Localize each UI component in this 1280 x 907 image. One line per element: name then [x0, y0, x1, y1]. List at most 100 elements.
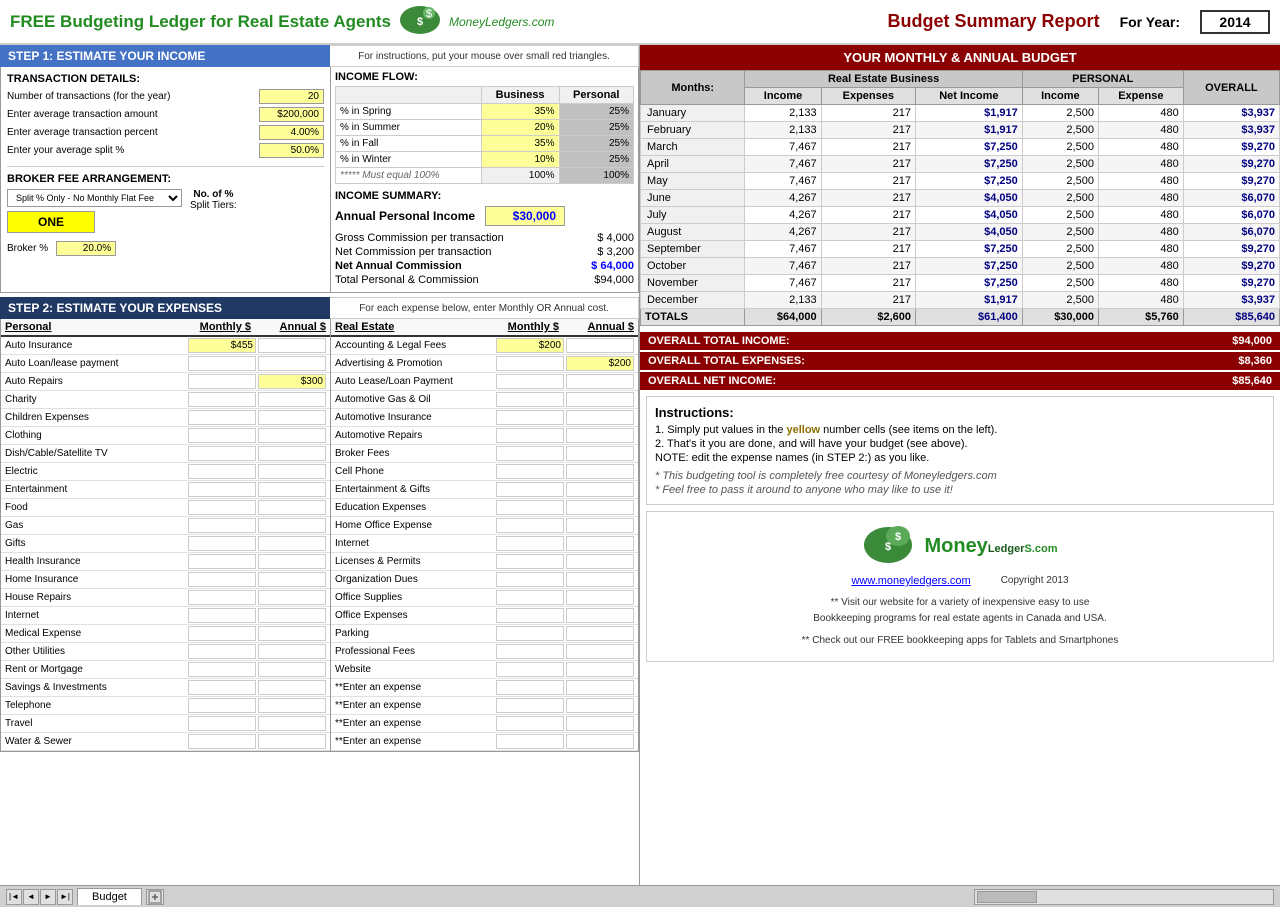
- expense-annual-input[interactable]: [258, 644, 326, 659]
- expense-monthly-input[interactable]: [188, 572, 256, 587]
- expense-monthly-input[interactable]: [188, 698, 256, 713]
- add-sheet-btn[interactable]: [146, 889, 164, 905]
- re-expense-monthly-input[interactable]: [496, 734, 564, 749]
- expense-monthly-input[interactable]: [188, 482, 256, 497]
- expense-annual-input[interactable]: [258, 734, 326, 749]
- season-biz[interactable]: 20%: [481, 120, 559, 136]
- nav-next[interactable]: ►: [40, 889, 56, 905]
- re-expense-annual-input[interactable]: [566, 356, 634, 371]
- re-expense-monthly-input[interactable]: [496, 662, 564, 677]
- expense-monthly-input[interactable]: [188, 392, 256, 407]
- re-expense-annual-input[interactable]: [566, 428, 634, 443]
- expense-monthly-input[interactable]: [188, 338, 256, 353]
- expense-annual-input[interactable]: [258, 446, 326, 461]
- re-expense-monthly-input[interactable]: [496, 338, 564, 353]
- re-expense-annual-input[interactable]: [566, 338, 634, 353]
- re-expense-annual-input[interactable]: [566, 716, 634, 731]
- re-expense-monthly-input[interactable]: [496, 446, 564, 461]
- season-pers[interactable]: 25%: [559, 104, 634, 120]
- re-expense-annual-input[interactable]: [566, 446, 634, 461]
- re-expense-monthly-input[interactable]: [496, 356, 564, 371]
- expense-monthly-input[interactable]: [188, 464, 256, 479]
- re-expense-monthly-input[interactable]: [496, 590, 564, 605]
- field-value-3[interactable]: [259, 125, 324, 140]
- season-pers[interactable]: 25%: [559, 152, 634, 168]
- re-expense-annual-input[interactable]: [566, 644, 634, 659]
- expense-monthly-input[interactable]: [188, 356, 256, 371]
- expense-monthly-input[interactable]: [188, 608, 256, 623]
- expense-annual-input[interactable]: [258, 608, 326, 623]
- expense-annual-input[interactable]: [258, 554, 326, 569]
- re-expense-annual-input[interactable]: [566, 662, 634, 677]
- expense-annual-input[interactable]: [258, 392, 326, 407]
- broker-pct-input[interactable]: [56, 241, 116, 256]
- expense-monthly-input[interactable]: [188, 428, 256, 443]
- season-pers[interactable]: 25%: [559, 120, 634, 136]
- expense-annual-input[interactable]: [258, 716, 326, 731]
- re-expense-annual-input[interactable]: [566, 590, 634, 605]
- re-expense-annual-input[interactable]: [566, 464, 634, 479]
- re-expense-annual-input[interactable]: [566, 500, 634, 515]
- expense-monthly-input[interactable]: [188, 716, 256, 731]
- expense-monthly-input[interactable]: [188, 626, 256, 641]
- re-expense-monthly-input[interactable]: [496, 536, 564, 551]
- re-expense-monthly-input[interactable]: [496, 680, 564, 695]
- expense-annual-input[interactable]: [258, 356, 326, 371]
- expense-monthly-input[interactable]: [188, 374, 256, 389]
- re-expense-annual-input[interactable]: [566, 518, 634, 533]
- nav-first[interactable]: |◄: [6, 889, 22, 905]
- expense-monthly-input[interactable]: [188, 680, 256, 695]
- re-expense-monthly-input[interactable]: [496, 464, 564, 479]
- re-expense-annual-input[interactable]: [566, 392, 634, 407]
- expense-annual-input[interactable]: [258, 626, 326, 641]
- season-biz[interactable]: 35%: [481, 104, 559, 120]
- field-value-1[interactable]: [259, 89, 324, 104]
- re-expense-monthly-input[interactable]: [496, 500, 564, 515]
- expense-monthly-input[interactable]: [188, 536, 256, 551]
- expense-annual-input[interactable]: [258, 410, 326, 425]
- broker-dropdown[interactable]: Split % Only - No Monthly Flat Fee: [7, 189, 182, 207]
- re-expense-monthly-input[interactable]: [496, 374, 564, 389]
- re-expense-annual-input[interactable]: [566, 572, 634, 587]
- re-expense-annual-input[interactable]: [566, 536, 634, 551]
- re-expense-monthly-input[interactable]: [496, 644, 564, 659]
- year-input[interactable]: [1200, 10, 1270, 34]
- re-expense-monthly-input[interactable]: [496, 518, 564, 533]
- expense-monthly-input[interactable]: [188, 518, 256, 533]
- field-value-2[interactable]: [259, 107, 324, 122]
- expense-annual-input[interactable]: [258, 536, 326, 551]
- annual-income-value[interactable]: [485, 206, 565, 226]
- re-expense-annual-input[interactable]: [566, 608, 634, 623]
- sheet-tab[interactable]: Budget: [77, 888, 142, 905]
- nav-last[interactable]: ►|: [57, 889, 73, 905]
- re-expense-annual-input[interactable]: [566, 410, 634, 425]
- expense-annual-input[interactable]: [258, 590, 326, 605]
- h-scrollbar[interactable]: [974, 889, 1274, 905]
- expense-monthly-input[interactable]: [188, 446, 256, 461]
- re-expense-annual-input[interactable]: [566, 734, 634, 749]
- expense-monthly-input[interactable]: [188, 500, 256, 515]
- re-expense-monthly-input[interactable]: [496, 626, 564, 641]
- re-expense-monthly-input[interactable]: [496, 410, 564, 425]
- logo-url[interactable]: www.moneyledgers.com: [851, 575, 970, 587]
- re-expense-monthly-input[interactable]: [496, 698, 564, 713]
- season-biz[interactable]: 35%: [481, 136, 559, 152]
- expense-annual-input[interactable]: [258, 464, 326, 479]
- re-expense-annual-input[interactable]: [566, 374, 634, 389]
- re-expense-annual-input[interactable]: [566, 554, 634, 569]
- expense-monthly-input[interactable]: [188, 644, 256, 659]
- expense-monthly-input[interactable]: [188, 554, 256, 569]
- re-expense-annual-input[interactable]: [566, 680, 634, 695]
- expense-monthly-input[interactable]: [188, 734, 256, 749]
- season-pers[interactable]: 25%: [559, 136, 634, 152]
- re-expense-annual-input[interactable]: [566, 698, 634, 713]
- expense-annual-input[interactable]: [258, 338, 326, 353]
- re-expense-annual-input[interactable]: [566, 482, 634, 497]
- re-expense-monthly-input[interactable]: [496, 716, 564, 731]
- expense-annual-input[interactable]: [258, 482, 326, 497]
- re-expense-annual-input[interactable]: [566, 626, 634, 641]
- re-expense-monthly-input[interactable]: [496, 428, 564, 443]
- re-expense-monthly-input[interactable]: [496, 608, 564, 623]
- expense-annual-input[interactable]: [258, 500, 326, 515]
- expense-annual-input[interactable]: [258, 518, 326, 533]
